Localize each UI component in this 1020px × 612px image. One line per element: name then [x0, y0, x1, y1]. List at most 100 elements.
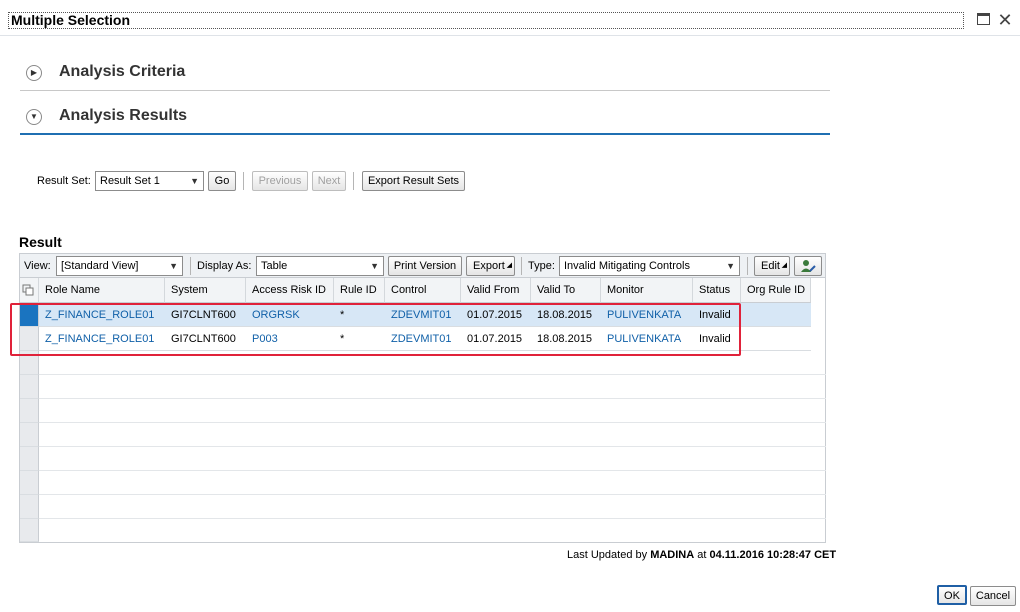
separator	[243, 172, 244, 190]
dialog-titlebar: Multiple Selection ✕	[0, 0, 1020, 36]
column-header[interactable]: Rule ID	[334, 278, 385, 303]
valid-from-cell: 01.07.2015	[467, 309, 523, 321]
column-header[interactable]: Monitor	[601, 278, 693, 303]
column-header[interactable]: Role Name	[39, 278, 165, 303]
empty-row	[39, 399, 826, 423]
last-updated-prefix: Last Updated by	[567, 549, 648, 561]
display-as-select[interactable]: Table ▼	[256, 256, 384, 276]
result-title: Result	[19, 234, 62, 250]
view-select[interactable]: [Standard View] ▼	[56, 256, 183, 276]
table-row[interactable]: Z_FINANCE_ROLE01 GI7CLNT600 P003 * ZDEVM…	[39, 327, 811, 351]
row-selector[interactable]	[20, 447, 39, 471]
export-result-sets-button[interactable]: Export Result Sets	[362, 171, 465, 191]
empty-row	[39, 519, 826, 542]
dialog-title: Multiple Selection	[8, 12, 964, 29]
valid-to-cell: 18.08.2015	[537, 333, 593, 345]
result-set-select[interactable]: Result Set 1 ▼	[95, 171, 204, 191]
row-selector[interactable]	[20, 519, 39, 542]
row-selector[interactable]	[20, 423, 39, 447]
column-header[interactable]: Access Risk ID	[246, 278, 334, 303]
next-button[interactable]: Next	[312, 171, 346, 191]
result-toolbar: View: [Standard View] ▼ Display As: Tabl…	[19, 253, 826, 278]
ok-button[interactable]: OK	[937, 585, 967, 605]
chevron-down-icon: ▼	[169, 261, 178, 271]
separator	[747, 257, 748, 275]
chevron-down-icon: ▼	[190, 176, 199, 186]
chevron-down-icon: ▼	[370, 261, 379, 271]
monitor-link[interactable]: PULIVENKATA	[601, 327, 681, 351]
last-updated-at: at	[697, 549, 707, 561]
table-row[interactable]: Z_FINANCE_ROLE01 GI7CLNT600 ORGRSK * ZDE…	[39, 303, 811, 327]
column-header[interactable]: Valid From	[461, 278, 531, 303]
empty-row	[39, 375, 826, 399]
maximize-icon[interactable]	[977, 13, 990, 25]
user-settings-icon	[801, 260, 816, 272]
type-label: Type:	[528, 260, 555, 272]
row-selector[interactable]	[20, 495, 39, 519]
print-version-button[interactable]: Print Version	[388, 256, 462, 276]
last-updated-datetime: 04.11.2016 10:28:47 CET	[709, 549, 837, 561]
monitor-link[interactable]: PULIVENKATA	[601, 303, 681, 327]
row-selector[interactable]	[20, 471, 39, 495]
separator	[190, 257, 191, 275]
analysis-results-section[interactable]: ▼ Analysis Results	[20, 104, 830, 134]
previous-button[interactable]: Previous	[252, 171, 308, 191]
control-link[interactable]: ZDEVMIT01	[385, 303, 452, 327]
divider	[20, 90, 830, 91]
chevron-down-icon: ▼	[726, 261, 735, 271]
display-as-label: Display As:	[197, 260, 252, 272]
menu-arrow-icon: ◢	[506, 262, 512, 269]
role-name-link[interactable]: Z_FINANCE_ROLE01	[39, 327, 154, 351]
row-selector[interactable]	[20, 375, 39, 399]
display-as-value: Table	[261, 260, 288, 272]
personalize-button[interactable]	[794, 256, 822, 276]
expand-icon[interactable]: ▶	[26, 65, 42, 81]
status-cell: Invalid	[699, 309, 731, 321]
export-button[interactable]: Export ◢	[466, 256, 515, 276]
empty-row	[39, 447, 826, 471]
column-header[interactable]: Valid To	[531, 278, 601, 303]
export-label: Export	[473, 260, 505, 272]
rule-id-cell: *	[340, 309, 345, 321]
separator	[353, 172, 354, 190]
edit-button[interactable]: Edit ◢	[754, 256, 790, 276]
last-updated-text: Last Updated by MADINA at 04.11.2016 10:…	[567, 549, 836, 561]
select-all-icon[interactable]	[20, 278, 39, 303]
role-name-link[interactable]: Z_FINANCE_ROLE01	[39, 303, 154, 327]
section-title-results: Analysis Results	[59, 107, 188, 124]
row-selector[interactable]	[20, 303, 39, 327]
control-link[interactable]: ZDEVMIT01	[385, 327, 452, 351]
result-set-label: Result Set:	[37, 175, 91, 187]
last-updated-user: MADINA	[650, 549, 695, 561]
valid-from-cell: 01.07.2015	[467, 333, 523, 345]
section-title-criteria: Analysis Criteria	[59, 63, 186, 80]
column-header[interactable]: System	[165, 278, 246, 303]
empty-row	[39, 351, 826, 375]
go-button[interactable]: Go	[208, 171, 236, 191]
empty-row	[39, 471, 826, 495]
column-header[interactable]: Status	[693, 278, 741, 303]
analysis-criteria-section[interactable]: ▶ Analysis Criteria	[20, 60, 830, 90]
close-icon[interactable]: ✕	[997, 11, 1013, 29]
menu-arrow-icon: ◢	[781, 262, 787, 269]
edit-label: Edit	[761, 260, 780, 272]
result-set-value: Result Set 1	[100, 175, 160, 187]
row-selector[interactable]	[20, 327, 39, 351]
column-header[interactable]: Org Rule ID	[741, 278, 811, 303]
access-risk-link[interactable]: ORGRSK	[246, 303, 300, 327]
system-cell: GI7CLNT600	[171, 309, 236, 321]
org-rule-id-cell	[741, 303, 747, 327]
view-label: View:	[24, 260, 51, 272]
empty-row	[39, 423, 826, 447]
divider	[20, 133, 830, 135]
collapse-icon[interactable]: ▼	[26, 109, 42, 125]
access-risk-link[interactable]: P003	[246, 327, 278, 351]
type-select[interactable]: Invalid Mitigating Controls ▼	[559, 256, 740, 276]
row-selector[interactable]	[20, 399, 39, 423]
row-selector[interactable]	[20, 351, 39, 375]
org-rule-id-cell	[741, 327, 747, 351]
column-header[interactable]: Control	[385, 278, 461, 303]
cancel-button[interactable]: Cancel	[970, 586, 1016, 606]
rule-id-cell: *	[340, 333, 345, 345]
type-value: Invalid Mitigating Controls	[564, 260, 690, 272]
